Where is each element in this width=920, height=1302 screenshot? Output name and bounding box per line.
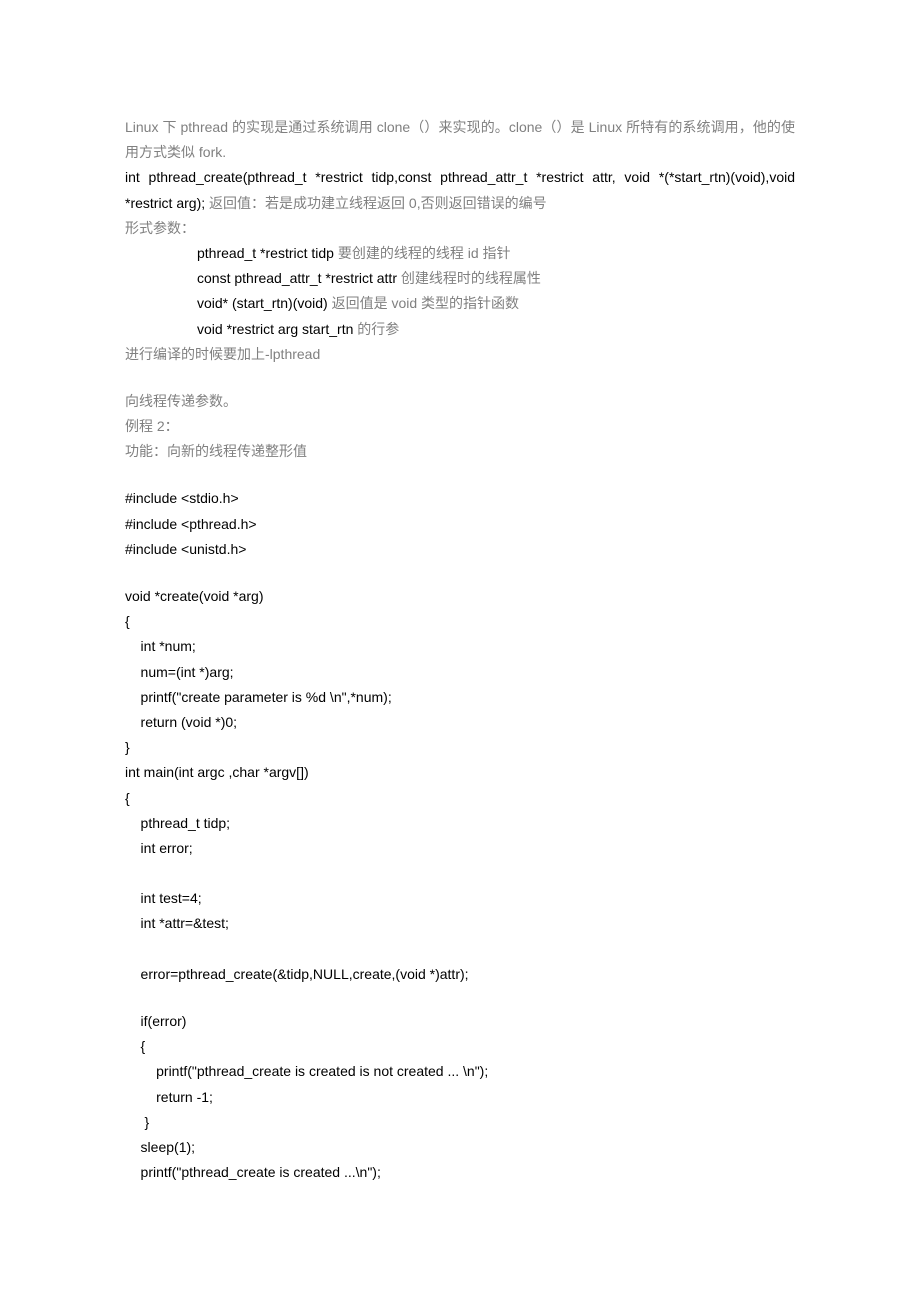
code-line: { — [125, 786, 795, 811]
code-line: #include <unistd.h> — [125, 537, 795, 562]
param-2: const pthread_attr_t *restrict attr 创建线程… — [125, 266, 795, 291]
param-4-code: void *restrict arg start_rtn — [197, 321, 353, 337]
code-line: int *attr=&test; — [125, 911, 795, 936]
signature-desc: 返回值：若是成功建立线程返回 0,否则返回错误的编号 — [205, 195, 546, 211]
form-params-label: 形式参数： — [125, 216, 795, 241]
param-2-desc: 创建线程时的线程属性 — [397, 270, 541, 286]
code-line: #include <pthread.h> — [125, 512, 795, 537]
example-desc: 功能：向新的线程传递整形值 — [125, 439, 795, 464]
blank-line — [125, 987, 795, 1009]
compile-note: 进行编译的时候要加上-lpthread — [125, 342, 795, 367]
code-line: printf("pthread_create is created ...\n"… — [125, 1160, 795, 1185]
param-4-desc: 的行参 — [353, 321, 399, 337]
param-3: void* (start_rtn)(void) 返回值是 void 类型的指针函… — [125, 291, 795, 316]
blank-line — [125, 562, 795, 584]
param-3-desc: 返回值是 void 类型的指针函数 — [328, 295, 519, 311]
code-line — [125, 861, 795, 886]
param-1: pthread_t *restrict tidp 要创建的线程的线程 id 指针 — [125, 241, 795, 266]
function-signature-line: int pthread_create(pthread_t *restrict t… — [125, 165, 795, 215]
example-label: 例程 2： — [125, 414, 795, 439]
code-line — [125, 937, 795, 962]
code-line: printf("create parameter is %d \n",*num)… — [125, 685, 795, 710]
code-line: printf("pthread_create is created is not… — [125, 1059, 795, 1084]
code-line: pthread_t tidp; — [125, 811, 795, 836]
param-1-code: pthread_t *restrict tidp — [197, 245, 334, 261]
document-page: Linux 下 pthread 的实现是通过系统调用 clone（）来实现的。c… — [0, 0, 920, 1245]
param-4: void *restrict arg start_rtn 的行参 — [125, 317, 795, 342]
code-line: if(error) — [125, 1009, 795, 1034]
code-line: { — [125, 1034, 795, 1059]
param-3-code: void* (start_rtn)(void) — [197, 295, 328, 311]
code-line: int error; — [125, 836, 795, 861]
code-line: return -1; — [125, 1085, 795, 1110]
param-1-desc: 要创建的线程的线程 id 指针 — [334, 245, 511, 261]
code-line: void *create(void *arg) — [125, 584, 795, 609]
param-2-code: const pthread_attr_t *restrict attr — [197, 270, 397, 286]
blank-line — [125, 464, 795, 486]
code-line: int test=4; — [125, 886, 795, 911]
blank-line — [125, 367, 795, 389]
code-line: } — [125, 1110, 795, 1135]
code-line: int main(int argc ,char *argv[]) — [125, 760, 795, 785]
code-line: #include <stdio.h> — [125, 486, 795, 511]
code-line: } — [125, 735, 795, 760]
paragraph-clone-intro: Linux 下 pthread 的实现是通过系统调用 clone（）来实现的。c… — [125, 115, 795, 165]
code-line: sleep(1); — [125, 1135, 795, 1160]
code-line: return (void *)0; — [125, 710, 795, 735]
code-line: { — [125, 609, 795, 634]
code-line: num=(int *)arg; — [125, 660, 795, 685]
pass-param-note: 向线程传递参数。 — [125, 389, 795, 414]
code-line: error=pthread_create(&tidp,NULL,create,(… — [125, 962, 795, 987]
code-line: int *num; — [125, 634, 795, 659]
